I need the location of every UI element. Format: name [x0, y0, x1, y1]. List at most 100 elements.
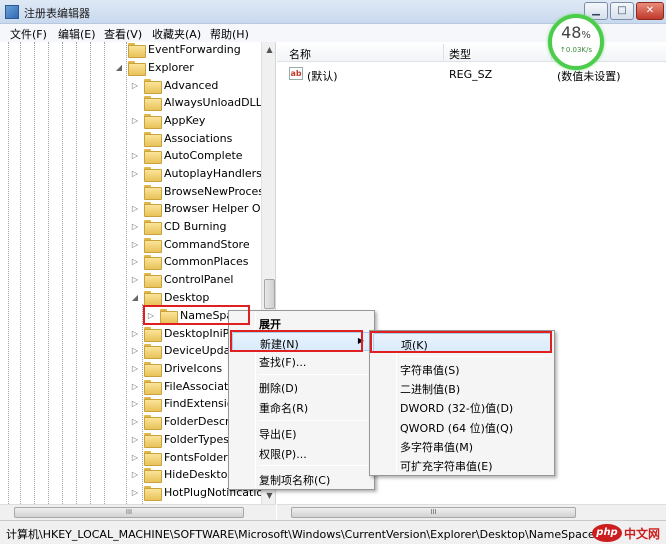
maximize-button[interactable]: □: [610, 2, 634, 20]
scrollbar-thumb[interactable]: III: [14, 507, 244, 518]
folder-icon: [128, 43, 146, 58]
menu-separator: [259, 465, 369, 466]
expand-arrow-icon[interactable]: ▷: [130, 116, 140, 126]
folder-icon: [144, 185, 162, 200]
submenu-item-binary-value[interactable]: 二进制值(B): [373, 378, 551, 397]
menu-item-permissions[interactable]: 权限(P)...: [232, 443, 371, 462]
network-speed-widget[interactable]: 48% ↑0.03K/s: [548, 14, 604, 70]
registry-path: 计算机\HKEY_LOCAL_MACHINE\SOFTWARE\Microsof…: [6, 528, 595, 541]
menu-edit[interactable]: 编辑(E): [58, 26, 96, 42]
submenu-item-qword-value[interactable]: QWORD (64 位)值(Q): [373, 417, 551, 436]
value-name: (默认): [307, 70, 338, 83]
scrollbar-thumb[interactable]: III: [291, 507, 576, 518]
folder-icon: [144, 380, 162, 395]
menu-item-find[interactable]: 查找(F)...: [232, 351, 371, 370]
column-header-type[interactable]: 类型: [449, 46, 471, 62]
value-type: REG_SZ: [449, 68, 493, 81]
tree-guide-line: [126, 42, 127, 504]
column-divider[interactable]: [443, 44, 444, 60]
expand-arrow-icon[interactable]: ▷: [130, 399, 140, 409]
expand-arrow-icon[interactable]: ▷: [130, 382, 140, 392]
expand-arrow-icon[interactable]: ▷: [130, 222, 140, 232]
menu-item-rename[interactable]: 重命名(R): [232, 397, 371, 416]
list-row[interactable]: ab (默认) REG_SZ (数值未设置): [277, 66, 666, 83]
folder-icon: [144, 255, 162, 270]
php-logo: php: [592, 524, 622, 542]
highlight-box-namespace: [143, 305, 250, 325]
list-header: 名称 类型 数据: [277, 42, 666, 62]
folder-icon: [144, 486, 162, 501]
folder-icon: [144, 397, 162, 412]
folder-icon: [144, 114, 162, 129]
close-button[interactable]: ✕: [636, 2, 664, 20]
submenu-item-dword-value[interactable]: DWORD (32-位)值(D): [373, 397, 551, 416]
tree-guide-line: [104, 42, 105, 504]
folder-icon: [144, 220, 162, 235]
folder-icon: [144, 415, 162, 430]
submenu-item-multi-string-value[interactable]: 多字符串值(M): [373, 436, 551, 455]
folder-icon: [144, 202, 162, 217]
status-bar: 计算机\HKEY_LOCAL_MACHINE\SOFTWARE\Microsof…: [0, 520, 666, 544]
menu-item-export[interactable]: 导出(E): [232, 423, 371, 442]
scroll-up-arrow-icon[interactable]: ▲: [262, 42, 275, 58]
folder-icon: [144, 149, 162, 164]
expand-arrow-icon[interactable]: ▷: [130, 329, 140, 339]
folder-icon: [144, 327, 162, 342]
submenu-item-string-value[interactable]: 字符串值(S): [373, 359, 551, 378]
folder-icon: [144, 433, 162, 448]
column-header-name[interactable]: 名称: [289, 46, 311, 62]
folder-icon: [144, 238, 162, 253]
expand-arrow-icon[interactable]: ▷: [130, 470, 140, 480]
expand-arrow-icon[interactable]: ▷: [130, 488, 140, 498]
scroll-down-arrow-icon[interactable]: ▼: [262, 488, 275, 504]
folder-icon: [144, 344, 162, 359]
expand-arrow-icon[interactable]: ▷: [130, 240, 140, 250]
folder-icon: [144, 291, 162, 306]
expand-arrow-icon[interactable]: ▷: [130, 275, 140, 285]
expand-arrow-icon[interactable]: ▷: [130, 346, 140, 356]
expand-arrow-icon[interactable]: ▷: [130, 81, 140, 91]
expand-arrow-icon[interactable]: ▷: [130, 453, 140, 463]
list-horizontal-scrollbar[interactable]: III: [277, 504, 666, 520]
menu-item-delete[interactable]: 删除(D): [232, 377, 371, 396]
menu-separator: [400, 356, 550, 357]
scrollbar-thumb[interactable]: [264, 279, 275, 309]
tree-guide-line: [8, 42, 9, 504]
expand-arrow-icon[interactable]: ▷: [130, 204, 140, 214]
submenu-item-expandable-string-value[interactable]: 可扩充字符串值(E): [373, 455, 551, 474]
menu-view[interactable]: 查看(V): [104, 26, 142, 42]
value-data: (数值未设置): [557, 70, 621, 83]
folder-icon: [144, 362, 162, 377]
tree-guide-line: [90, 42, 91, 504]
tree-guide-line: [142, 304, 143, 504]
window-title: 注册表编辑器: [24, 7, 90, 20]
folder-icon: [144, 451, 162, 466]
regedit-app-icon: [5, 5, 19, 19]
expand-arrow-icon[interactable]: ▷: [130, 364, 140, 374]
watermark-site: 中文网: [624, 527, 661, 541]
tree-guide-line: [62, 42, 63, 504]
highlight-box-key: [370, 331, 552, 353]
tree-guide-line: [20, 42, 21, 504]
menu-separator: [259, 420, 369, 421]
collapse-arrow-icon[interactable]: ◢: [130, 293, 140, 303]
menu-separator: [259, 374, 369, 375]
folder-icon: [144, 96, 162, 111]
tree-guide-line: [76, 42, 77, 504]
menu-item-copy-key-name[interactable]: 复制项名称(C): [232, 469, 371, 488]
tree-guide-line: [34, 42, 35, 504]
folder-icon: [144, 132, 162, 147]
tree-guide-line: [48, 42, 49, 504]
highlight-box-new: [230, 330, 363, 352]
expand-arrow-icon[interactable]: ▷: [130, 417, 140, 427]
menu-file[interactable]: 文件(F): [10, 26, 47, 42]
expand-arrow-icon[interactable]: ▷: [130, 435, 140, 445]
menu-help[interactable]: 帮助(H): [210, 26, 249, 42]
expand-arrow-icon[interactable]: ▷: [130, 257, 140, 267]
expand-arrow-icon[interactable]: ▷: [130, 151, 140, 161]
folder-icon: [144, 273, 162, 288]
menu-favorites[interactable]: 收藏夹(A): [152, 26, 201, 42]
expand-arrow-icon[interactable]: ▷: [130, 169, 140, 179]
collapse-arrow-icon[interactable]: ◢: [114, 63, 124, 73]
tree-horizontal-scrollbar[interactable]: III: [0, 504, 276, 520]
